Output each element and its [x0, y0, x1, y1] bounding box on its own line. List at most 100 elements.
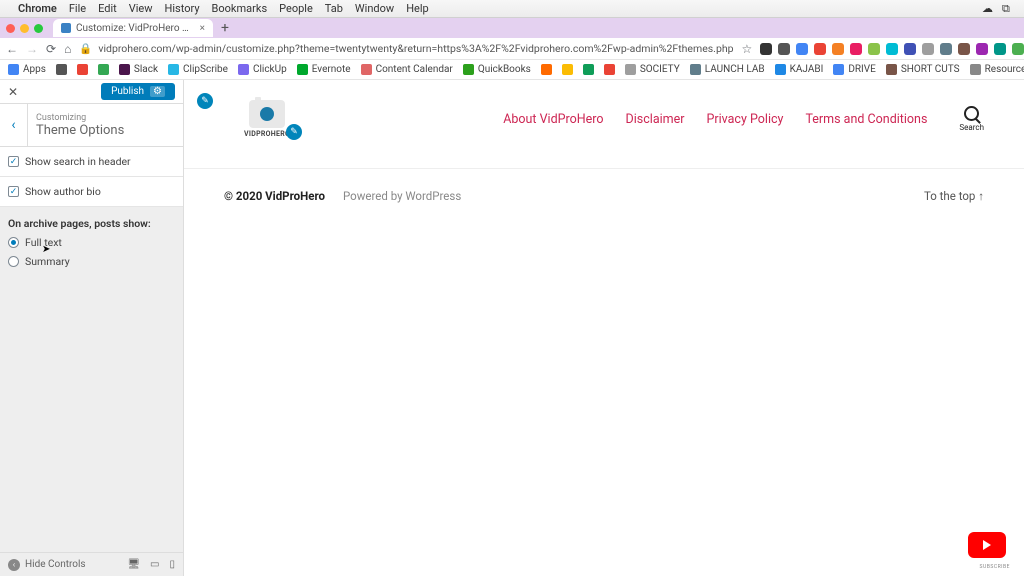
bookmark-item[interactable]: DRIVE [833, 64, 876, 75]
browser-tab[interactable]: Customize: VidProHero – Just a... × [53, 19, 213, 37]
menu-edit[interactable]: Edit [98, 2, 117, 15]
close-window-icon[interactable] [6, 24, 15, 33]
bookmark-item[interactable]: Evernote [297, 64, 351, 75]
bookmark-item[interactable] [604, 64, 615, 75]
bookmark-item[interactable]: ClickUp [238, 64, 287, 75]
bookmark-item[interactable]: Slack [119, 64, 158, 75]
extension-icon[interactable] [760, 43, 772, 55]
new-tab-button[interactable]: + [221, 20, 229, 36]
menu-file[interactable]: File [69, 2, 86, 15]
address-bar: ← → ⟳ ⌂ 🔒 vidprohero.com/wp-admin/custom… [0, 38, 1024, 60]
summary-option[interactable]: Summary [0, 251, 183, 270]
full-text-radio[interactable] [8, 237, 19, 248]
bookmark-item[interactable] [541, 64, 552, 75]
bookmark-item[interactable]: ClipScribe [168, 64, 228, 75]
bookmark-item[interactable]: Apps [8, 64, 46, 75]
collapse-icon[interactable]: ‹ [8, 559, 20, 571]
forward-icon[interactable]: → [26, 42, 38, 56]
bookmark-item[interactable] [583, 64, 594, 75]
status-icon[interactable]: ☁ [982, 2, 996, 16]
mobile-preview-icon[interactable]: ▯ [169, 559, 175, 570]
extension-icon[interactable] [976, 43, 988, 55]
menubar-right-icons: ☁ ⧉ [982, 2, 1016, 16]
minimize-window-icon[interactable] [20, 24, 29, 33]
tablet-preview-icon[interactable]: ▭ [150, 559, 159, 570]
bookmark-item[interactable]: Resources [970, 64, 1024, 75]
bookmark-item[interactable] [77, 64, 88, 75]
sidebar-top: ✕ Publish ⚙ [0, 80, 183, 104]
extension-icon[interactable] [850, 43, 862, 55]
header-search-button[interactable]: Search [959, 106, 984, 132]
summary-radio[interactable] [8, 256, 19, 267]
site-logo[interactable]: ✎ VIDPROHERO [244, 100, 290, 138]
bookmark-item[interactable]: LAUNCH LAB [690, 64, 765, 75]
menu-tab[interactable]: Tab [325, 2, 343, 15]
menu-history[interactable]: History [165, 2, 200, 15]
home-icon[interactable]: ⌂ [64, 42, 71, 56]
youtube-subscribe-label: SUBSCRIBE [980, 564, 1010, 570]
extension-icon[interactable] [796, 43, 808, 55]
youtube-icon[interactable] [968, 532, 1006, 558]
dropbox-icon[interactable]: ⧉ [1002, 2, 1016, 16]
nav-link-privacy[interactable]: Privacy Policy [707, 112, 784, 127]
bookmark-item[interactable]: SHORT CUTS [886, 64, 960, 75]
bookmark-item[interactable]: KAJABI [775, 64, 824, 75]
hide-controls-label[interactable]: Hide Controls [25, 559, 86, 570]
powered-by[interactable]: Powered by WordPress [343, 189, 461, 203]
logo-image [249, 100, 285, 128]
menu-bookmarks[interactable]: Bookmarks [212, 2, 268, 15]
to-top-link[interactable]: To the top ↑ [924, 189, 984, 203]
bookmark-item[interactable]: Content Calendar [361, 64, 453, 75]
maximize-window-icon[interactable] [34, 24, 43, 33]
publish-button[interactable]: Publish ⚙ [101, 83, 175, 100]
full-text-option[interactable]: Full text [0, 232, 183, 251]
extension-icon[interactable] [904, 43, 916, 55]
back-icon[interactable]: ← [6, 42, 18, 56]
edit-logo-icon[interactable]: ✎ [286, 124, 302, 140]
bookmark-item[interactable] [562, 64, 573, 75]
extension-icon[interactable] [868, 43, 880, 55]
bookmark-icon [56, 64, 67, 75]
menu-window[interactable]: Window [355, 2, 394, 15]
extension-icon[interactable] [778, 43, 790, 55]
extension-icon[interactable] [994, 43, 1006, 55]
star-icon[interactable]: ☆ [742, 42, 753, 56]
tab-close-icon[interactable]: × [200, 23, 205, 34]
menu-help[interactable]: Help [406, 2, 429, 15]
extension-icon[interactable] [940, 43, 952, 55]
bookmark-icon [238, 64, 249, 75]
nav-link-disclaimer[interactable]: Disclaimer [626, 112, 685, 127]
bookmark-item[interactable]: QuickBooks [463, 64, 531, 75]
extension-icon[interactable] [832, 43, 844, 55]
reload-icon[interactable]: ⟳ [46, 42, 56, 56]
show-author-checkbox[interactable]: ✓ [8, 186, 19, 197]
bookmark-icon [775, 64, 786, 75]
bookmark-item[interactable] [98, 64, 109, 75]
bookmark-label: Content Calendar [376, 64, 453, 75]
extension-icon[interactable] [886, 43, 898, 55]
nav-link-terms[interactable]: Terms and Conditions [805, 112, 927, 127]
bookmark-item[interactable] [56, 64, 67, 75]
edit-shortcut-icon[interactable]: ✎ [197, 93, 213, 109]
extension-icon[interactable] [958, 43, 970, 55]
bookmark-item[interactable]: SOCIETY [625, 64, 680, 75]
app-name[interactable]: Chrome [18, 2, 57, 15]
show-author-control[interactable]: ✓ Show author bio [0, 177, 183, 207]
desktop-preview-icon[interactable]: 🖥 [127, 559, 140, 570]
close-customizer-icon[interactable]: ✕ [8, 85, 18, 99]
bookmark-label: Evernote [312, 64, 351, 75]
bookmarks-bar: Apps Slack ClipScribe ClickUp Evernote Conten… [0, 60, 1024, 80]
show-search-control[interactable]: ✓ Show search in header [0, 147, 183, 177]
menu-people[interactable]: People [279, 2, 313, 15]
extension-icon[interactable] [1012, 43, 1024, 55]
mac-menubar: Chrome File Edit View History Bookmarks … [0, 0, 1024, 18]
extension-icon[interactable] [922, 43, 934, 55]
url-field[interactable]: 🔒 vidprohero.com/wp-admin/customize.php?… [79, 42, 733, 55]
publish-settings-icon[interactable]: ⚙ [150, 86, 165, 97]
show-search-checkbox[interactable]: ✓ [8, 156, 19, 167]
panel-back-button[interactable]: ‹ [0, 104, 28, 146]
nav-link-about[interactable]: About VidProHero [503, 112, 603, 127]
site-preview: ✎ ✎ VIDPROHERO About VidProHero Disclaim… [184, 80, 1024, 576]
extension-icon[interactable] [814, 43, 826, 55]
menu-view[interactable]: View [129, 2, 153, 15]
